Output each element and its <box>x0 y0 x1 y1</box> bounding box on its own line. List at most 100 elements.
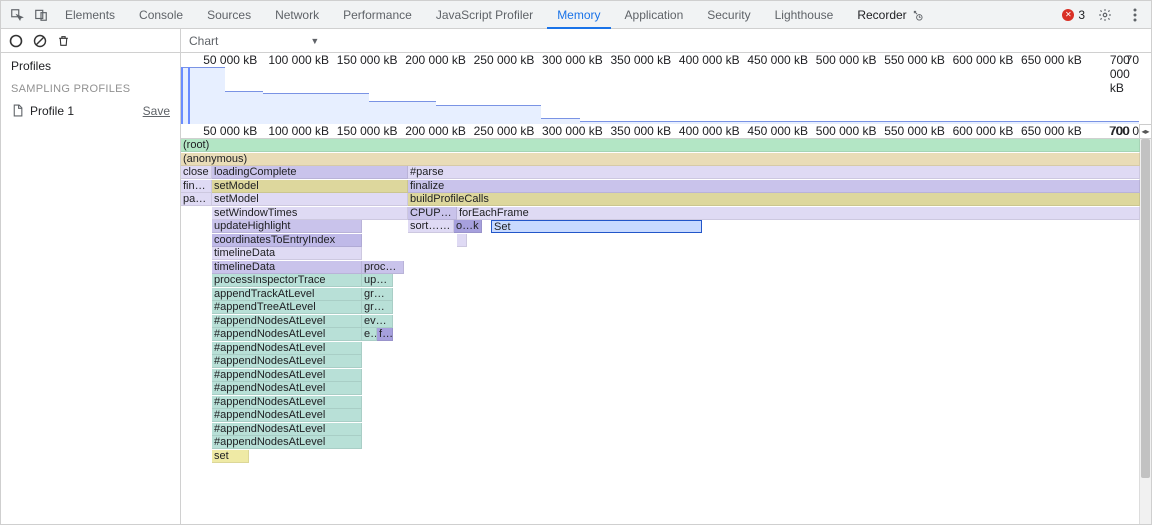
flame-frame[interactable]: e… <box>362 328 377 341</box>
delete-icon[interactable] <box>57 34 71 48</box>
view-mode-select[interactable]: Chart <box>189 34 218 48</box>
ruler-tick: 50 000 kB <box>203 53 257 67</box>
ruler-tick: 250 000 kB <box>474 124 535 138</box>
ruler-tick: 700 0 <box>1109 124 1139 138</box>
error-dot-icon: ✕ <box>1062 9 1074 21</box>
tab-recorder[interactable]: Recorder <box>847 1 933 29</box>
flame-frame[interactable]: Set <box>491 220 702 233</box>
ruler-tick: 550 000 kB <box>884 124 945 138</box>
profiles-section-caption: SAMPLING PROFILES <box>1 79 180 99</box>
clear-icon[interactable] <box>33 34 47 48</box>
flame-frame[interactable]: #appendNodesAtLevel <box>212 369 362 382</box>
devtools-top-right: ✕ 3 <box>1062 5 1145 25</box>
flame-frame[interactable]: loadingComplete <box>212 166 408 179</box>
ruler-tick: 600 000 kB <box>953 124 1014 138</box>
flame-frame[interactable]: #appendNodesAtLevel <box>212 382 362 395</box>
ruler-tick: 500 000 kB <box>816 124 877 138</box>
ruler-tick: 450 000 kB <box>747 124 808 138</box>
flame-frame[interactable]: #appendNodesAtLevel <box>212 315 362 328</box>
ruler-tick: 300 000 kB <box>542 124 603 138</box>
flame-frame[interactable]: set <box>212 450 249 463</box>
flame-frame[interactable]: #appendTreeAtLevel <box>212 301 362 314</box>
flame-frame[interactable]: ev…ew <box>362 315 393 328</box>
flame-frame[interactable]: close <box>181 166 212 179</box>
overview-scroll-buttons[interactable]: ◂▸ <box>1139 124 1151 138</box>
flame-frame[interactable]: updateHighlight <box>212 220 362 233</box>
flame-frame[interactable]: #parse <box>408 166 1140 179</box>
tab-sources[interactable]: Sources <box>197 1 261 29</box>
record-icon[interactable] <box>9 34 23 48</box>
tab-console[interactable]: Console <box>129 1 193 29</box>
flame-frame[interactable]: setWindowTimes <box>212 207 408 220</box>
ruler-tick: 350 000 kB <box>610 124 671 138</box>
tab-performance[interactable]: Performance <box>333 1 422 29</box>
flame-frame[interactable]: #appendNodesAtLevel <box>212 342 362 355</box>
ruler-tick: 200 000 kB <box>405 124 466 138</box>
tab-network[interactable]: Network <box>265 1 329 29</box>
settings-gear-icon[interactable] <box>1095 5 1115 25</box>
tab-recorder-label: Recorder <box>857 8 906 22</box>
ruler-tick: 100 000 kB <box>268 53 329 67</box>
profile-item[interactable]: Profile 1 Save <box>1 99 180 122</box>
tab-security[interactable]: Security <box>697 1 760 29</box>
flame-frame[interactable]: timelineData <box>212 261 362 274</box>
flame-frame[interactable]: #appendNodesAtLevel <box>212 436 362 449</box>
flame-frame[interactable]: o…k <box>454 220 482 233</box>
tab-elements[interactable]: Elements <box>55 1 125 29</box>
profiles-sidebar: Profiles SAMPLING PROFILES Profile 1 Sav… <box>1 29 181 524</box>
tab-application[interactable]: Application <box>615 1 694 29</box>
error-indicator[interactable]: ✕ 3 <box>1062 8 1085 22</box>
flame-frame[interactable]: (root) <box>181 139 1140 152</box>
memory-content: Chart ▼ 50 000 kB 100 000 kB 150 000 kB 200… <box>181 29 1151 524</box>
ruler-tick: 400 000 kB <box>679 124 740 138</box>
profile-save-link[interactable]: Save <box>143 104 170 118</box>
profile-toolbar <box>1 29 180 53</box>
flame-frame[interactable]: coordinatesToEntryIndex <box>212 234 362 247</box>
profile-file-icon <box>11 103 24 118</box>
flame-frame[interactable]: #appendNodesAtLevel <box>212 328 362 341</box>
flame-frame[interactable]: fin…ce <box>181 180 212 193</box>
flame-frame[interactable]: #appendNodesAtLevel <box>212 409 362 422</box>
flame-frame[interactable]: buildProfileCalls <box>408 193 1140 206</box>
flame-frame[interactable]: timelineData <box>212 247 362 260</box>
flame-frame[interactable]: setModel <box>212 180 408 193</box>
tab-memory[interactable]: Memory <box>547 1 610 29</box>
flame-frame[interactable]: f…r <box>377 328 393 341</box>
tab-lighthouse[interactable]: Lighthouse <box>765 1 844 29</box>
flame-frame[interactable]: #appendNodesAtLevel <box>212 396 362 409</box>
ruler-tick: 250 000 kB <box>474 53 535 67</box>
flame-frame[interactable]: setModel <box>212 193 408 206</box>
more-vert-icon[interactable] <box>1125 5 1145 25</box>
flame-frame[interactable] <box>457 234 467 247</box>
device-toolbar-icon[interactable] <box>31 5 51 25</box>
flame-frame[interactable]: forEachFrame <box>457 207 1140 220</box>
flame-frame[interactable]: #appendNodesAtLevel <box>212 423 362 436</box>
flame-frame[interactable]: (anonymous) <box>181 153 1140 166</box>
ruler-tick: 550 000 kB <box>884 53 945 67</box>
tab-js-profiler[interactable]: JavaScript Profiler <box>426 1 543 29</box>
ruler-tick: 400 000 kB <box>679 53 740 67</box>
ruler-tick: 350 000 kB <box>610 53 671 67</box>
ruler-tick: 70 <box>1126 53 1139 67</box>
ruler-tick: 300 000 kB <box>542 53 603 67</box>
flame-frame[interactable]: gr…ew <box>362 301 393 314</box>
flame-frame[interactable]: CPUP…del <box>408 207 457 220</box>
flame-frame[interactable]: #appendNodesAtLevel <box>212 355 362 368</box>
flame-frame[interactable]: processInspectorTrace <box>212 274 362 287</box>
flame-frame[interactable]: proc…ata <box>362 261 404 274</box>
chevron-down-icon[interactable]: ▼ <box>310 36 319 46</box>
flame-frame[interactable]: gro…ts <box>362 288 393 301</box>
flame-frame[interactable]: finalize <box>408 180 1140 193</box>
flame-scrollbar[interactable] <box>1139 139 1151 524</box>
overview-timeline[interactable]: 50 000 kB 100 000 kB 150 000 kB 200 000 kB 2… <box>181 53 1151 139</box>
flame-frame[interactable]: pa…at <box>181 193 212 206</box>
flame-frame[interactable]: appendTrackAtLevel <box>212 288 362 301</box>
inspect-element-icon[interactable] <box>7 5 27 25</box>
ruler-tick: 450 000 kB <box>747 53 808 67</box>
error-count: 3 <box>1078 8 1085 22</box>
flame-frame[interactable]: sort…ples <box>408 220 454 233</box>
flame-frame[interactable]: up…up <box>362 274 393 287</box>
view-controls: Chart ▼ <box>181 29 1151 53</box>
flame-chart[interactable]: (root)(anonymous)closeloadingComplete#pa… <box>181 139 1151 524</box>
ruler-tick: 150 000 kB <box>337 53 398 67</box>
